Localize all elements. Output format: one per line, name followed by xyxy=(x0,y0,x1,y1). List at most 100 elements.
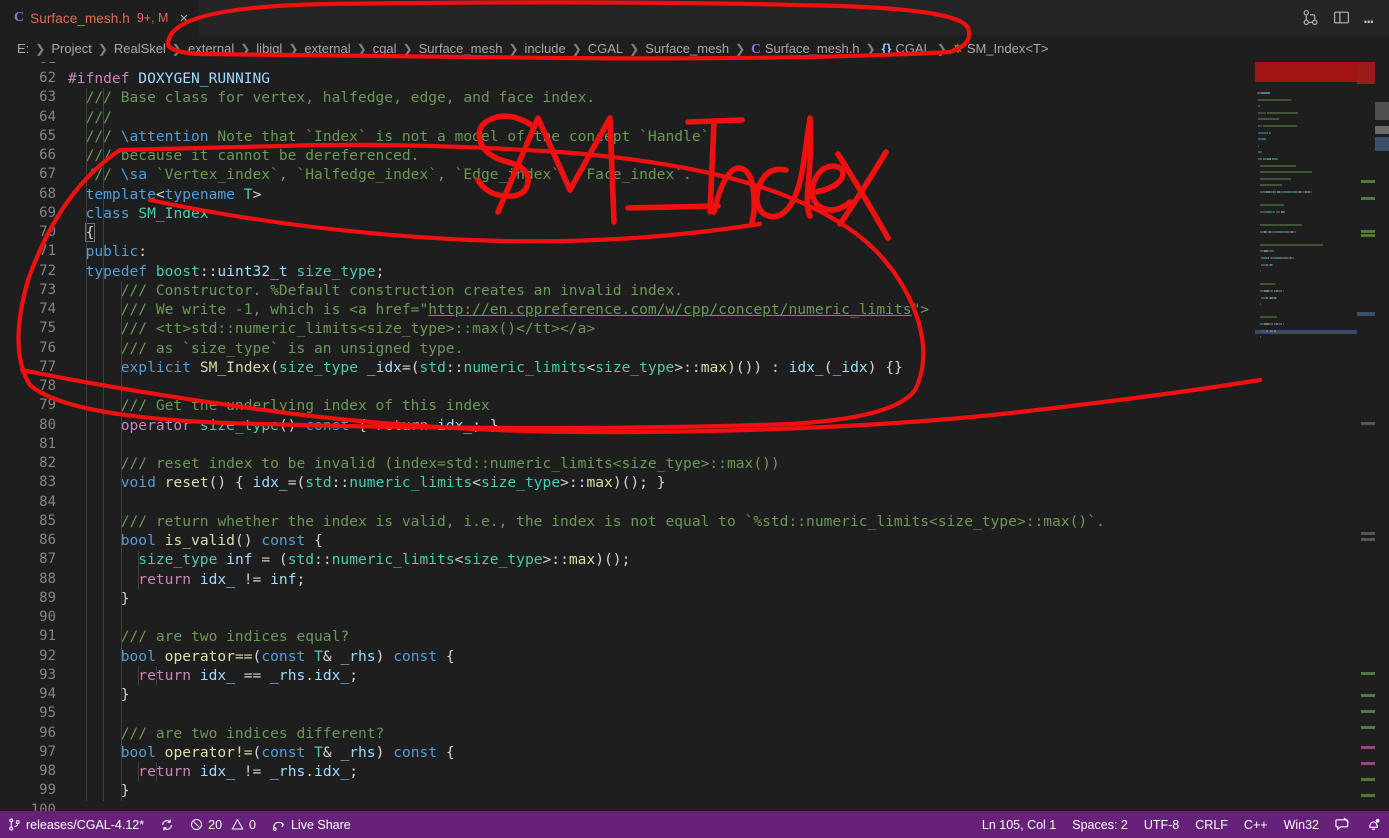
breadcrumb-item-external[interactable]: external xyxy=(188,41,234,56)
close-icon[interactable]: × xyxy=(174,11,188,26)
minimap-line-segment xyxy=(1273,250,1274,252)
code-line[interactable]: 64 /// xyxy=(0,108,1255,127)
breadcrumb-item-e[interactable]: E: xyxy=(17,41,29,56)
split-editor-icon[interactable] xyxy=(1302,9,1319,26)
minimap-line-segment xyxy=(1261,92,1269,94)
code-line[interactable]: 92 bool operator==(const T& _rhs) const … xyxy=(0,647,1255,666)
minimap-line-segment xyxy=(1260,204,1284,206)
overview-ruler[interactable] xyxy=(1357,62,1389,811)
status-eol[interactable]: CRLF xyxy=(1187,811,1236,838)
code-line[interactable]: 76 /// as `size_type` is an unsigned typ… xyxy=(0,339,1255,358)
line-number: 64 xyxy=(0,108,56,127)
code-line[interactable]: 95 xyxy=(0,704,1255,723)
code-line[interactable]: 85 /// return whether the index is valid… xyxy=(0,512,1255,531)
breadcrumb-label: RealSkel xyxy=(114,41,166,56)
code-line[interactable]: 71 public: xyxy=(0,242,1255,261)
line-content: /// xyxy=(68,108,112,127)
code-token: const xyxy=(261,648,305,665)
code-line[interactable]: 82 /// reset index to be invalid (index=… xyxy=(0,454,1255,473)
breadcrumb-item-cgal[interactable]: CGAL xyxy=(588,41,623,56)
code-line[interactable]: 84 xyxy=(0,493,1255,512)
sync-icon xyxy=(160,818,174,832)
code-line[interactable]: 88 return idx_ != inf; xyxy=(0,570,1255,589)
status-feedback[interactable] xyxy=(1327,811,1358,838)
breadcrumb-item-project[interactable]: Project xyxy=(51,41,91,56)
minimap-line-segment xyxy=(1293,231,1296,233)
status-sync[interactable] xyxy=(152,811,182,838)
status-platform[interactable]: Win32 xyxy=(1276,811,1327,838)
code-token: ) xyxy=(376,648,394,665)
breadcrumb-item-include[interactable]: include xyxy=(525,41,566,56)
code-line[interactable]: 83 void reset() { idx_=(std::numeric_lim… xyxy=(0,473,1255,492)
breadcrumb-item-external[interactable]: external xyxy=(304,41,350,56)
code-line[interactable]: 72 typedef boost::uint32_t size_type; xyxy=(0,262,1255,281)
code-line[interactable]: 74 /// We write -1, which is <a href="ht… xyxy=(0,300,1255,319)
code-lines[interactable]: 6162#ifndef DOXYGEN_RUNNING63 /// Base c… xyxy=(0,62,1255,811)
code-line[interactable]: 86 bool is_valid() const { xyxy=(0,531,1255,550)
code-line[interactable]: 79 /// Get the underlying index of this … xyxy=(0,396,1255,415)
code-line[interactable]: 63 /// Base class for vertex, halfedge, … xyxy=(0,88,1255,107)
code-line[interactable]: 96 /// are two indices different? xyxy=(0,724,1255,743)
status-notifications[interactable] xyxy=(1358,811,1389,838)
code-token xyxy=(191,571,200,588)
code-line[interactable]: 69 class SM_Index xyxy=(0,204,1255,223)
status-encoding[interactable]: UTF-8 xyxy=(1136,811,1187,838)
status-bar-left: releases/CGAL-4.12* 20 0 xyxy=(0,811,359,838)
line-number: 76 xyxy=(0,339,56,358)
breadcrumb-separator: ❯ xyxy=(566,42,588,56)
breadcrumb-item-libigl[interactable]: libigl xyxy=(256,41,282,56)
code-line[interactable]: 73 /// Constructor. %Default constructio… xyxy=(0,281,1255,300)
code-line[interactable]: 75 /// <tt>std::numeric_limits<size_type… xyxy=(0,319,1255,338)
code-line[interactable]: 80 operator size_type() const { return i… xyxy=(0,416,1255,435)
breadcrumb-item-cgal[interactable]: {}CGAL xyxy=(882,41,931,56)
breadcrumb-item-sm-index-t[interactable]: ⎈SM_Index<T> xyxy=(953,41,1049,56)
code-line[interactable]: 87 size_type inf = (std::numeric_limits<… xyxy=(0,550,1255,569)
code-line[interactable]: 90 xyxy=(0,608,1255,627)
line-number: 86 xyxy=(0,531,56,550)
status-bar: releases/CGAL-4.12* 20 0 xyxy=(0,811,1389,838)
code-line[interactable]: 67 /// \sa `Vertex_index`, `Halfedge_ind… xyxy=(0,165,1255,184)
code-line[interactable]: 66 /// because it cannot be dereferenced… xyxy=(0,146,1255,165)
code-line[interactable]: 62#ifndef DOXYGEN_RUNNING xyxy=(0,69,1255,88)
code-token: max xyxy=(701,359,727,376)
code-token: return xyxy=(376,417,429,434)
code-line[interactable]: 97 bool operator!=(const T& _rhs) const … xyxy=(0,743,1255,762)
breadcrumb-item-cgal[interactable]: cgal xyxy=(373,41,397,56)
code-line[interactable]: 94 } xyxy=(0,685,1255,704)
line-number: 62 xyxy=(0,69,56,88)
breadcrumb-item-realskel[interactable]: RealSkel xyxy=(114,41,166,56)
code-line[interactable]: 98 return idx_ != _rhs.idx_; xyxy=(0,762,1255,781)
bell-dot-icon xyxy=(1366,817,1381,832)
editor-tab-surface-mesh-h[interactable]: C Surface_mesh.h 9+, M × xyxy=(0,0,198,35)
breadcrumb-item-surface-mesh[interactable]: Surface_mesh xyxy=(419,41,503,56)
status-live-share[interactable]: Live Share xyxy=(264,811,359,838)
toggle-panel-icon[interactable] xyxy=(1333,9,1350,26)
code-line[interactable]: 93 return idx_ == _rhs.idx_; xyxy=(0,666,1255,685)
code-line[interactable]: 89 } xyxy=(0,589,1255,608)
code-token: bool xyxy=(121,532,156,549)
code-line[interactable]: 65 /// \attention Note that `Index` is n… xyxy=(0,127,1255,146)
code-token xyxy=(68,359,121,376)
status-problems[interactable]: 20 0 xyxy=(182,811,264,838)
breadcrumb-item-surface-mesh-h[interactable]: CSurface_mesh.h xyxy=(751,41,859,57)
code-line[interactable]: 81 xyxy=(0,435,1255,454)
status-cursor-position[interactable]: Ln 105, Col 1 xyxy=(974,811,1064,838)
code-token: size_type xyxy=(595,359,674,376)
ruler-mark xyxy=(1361,762,1375,765)
minimap[interactable] xyxy=(1255,62,1357,811)
code-line[interactable]: 70 { xyxy=(0,223,1255,242)
breadcrumb-item-surface-mesh[interactable]: Surface_mesh xyxy=(645,41,729,56)
code-line[interactable]: 91 /// are two indices equal? xyxy=(0,627,1255,646)
line-content: class SM_Index xyxy=(68,204,209,223)
code-line[interactable]: 78 xyxy=(0,377,1255,396)
code-line[interactable]: 99 } xyxy=(0,781,1255,800)
status-branch[interactable]: releases/CGAL-4.12* xyxy=(0,811,152,838)
code-line[interactable]: 68 template<typename T> xyxy=(0,185,1255,204)
code-token: . xyxy=(305,667,314,684)
code-editor[interactable]: 6162#ifndef DOXYGEN_RUNNING63 /// Base c… xyxy=(0,62,1389,811)
code-line[interactable]: 77 explicit SM_Index(size_type _idx=(std… xyxy=(0,358,1255,377)
more-actions-icon[interactable]: … xyxy=(1364,13,1375,23)
code-line[interactable]: 100 xyxy=(0,801,1255,812)
status-indentation[interactable]: Spaces: 2 xyxy=(1064,811,1136,838)
status-language-mode[interactable]: C++ xyxy=(1236,811,1276,838)
